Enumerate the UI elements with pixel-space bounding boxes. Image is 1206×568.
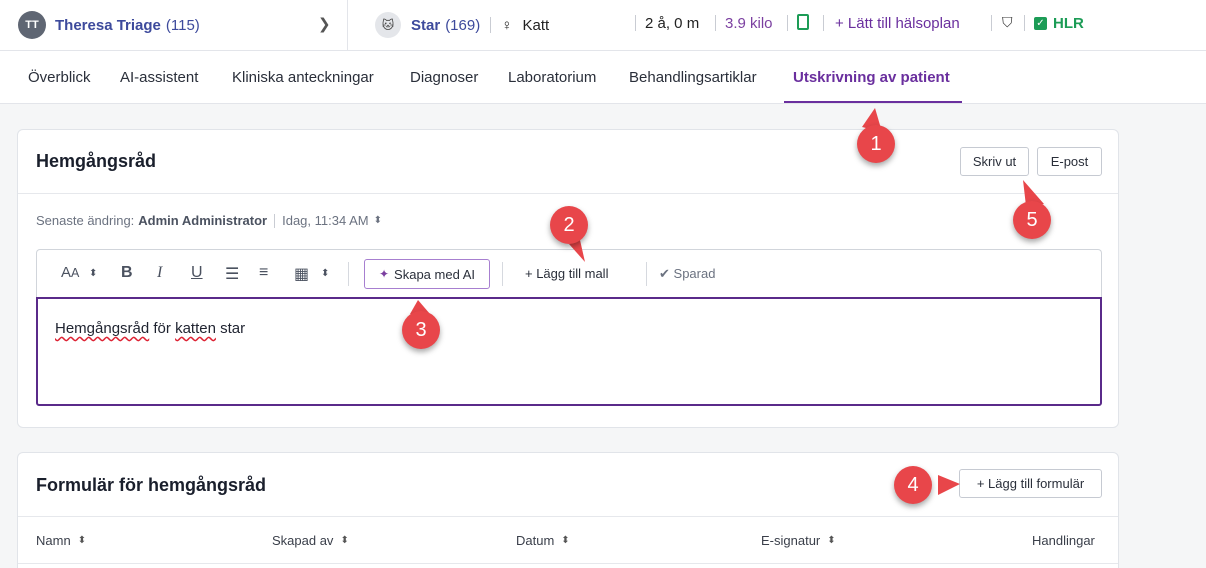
pet-age: 2 å, 0 m bbox=[645, 15, 700, 32]
column-header-actions: Handlingar bbox=[1032, 533, 1095, 548]
annotation-marker-1: 1 bbox=[857, 125, 895, 163]
font-size-icon[interactable]: AA bbox=[61, 264, 79, 281]
tab-ai-assistant[interactable]: AI-assistent bbox=[120, 69, 198, 86]
bold-icon[interactable]: B bbox=[121, 264, 133, 282]
email-button[interactable]: E-post bbox=[1037, 147, 1102, 176]
check-icon: ✓ bbox=[1034, 17, 1047, 30]
pet-count: (169) bbox=[445, 16, 481, 34]
add-form-button[interactable]: + Lägg till formulär bbox=[959, 469, 1102, 498]
annotation-marker-2: 2 bbox=[550, 206, 588, 244]
sort-icon[interactable]: ⬍ bbox=[374, 215, 382, 226]
editor-text-mid: för bbox=[149, 320, 176, 337]
divider bbox=[787, 15, 788, 31]
editor-toolbar: AA ⬍ B I U ☰ ≡ ▦ ⬍ ✦ Skapa med AI + Lägg… bbox=[36, 249, 1102, 297]
column-label: E-signatur bbox=[761, 533, 821, 548]
divider bbox=[635, 15, 636, 31]
cat-icon: 🐱︎ bbox=[375, 12, 401, 38]
create-with-ai-button[interactable]: ✦ Skapa med AI bbox=[364, 259, 490, 289]
divider bbox=[646, 262, 647, 286]
divider bbox=[1024, 15, 1025, 31]
tab-clinical-notes[interactable]: Kliniska anteckningar bbox=[232, 69, 374, 86]
divider bbox=[18, 563, 1118, 564]
tab-discharge[interactable]: Utskrivning av patient bbox=[793, 69, 950, 86]
discharge-forms-card: Formulär för hemgångsråd + Lägg till for… bbox=[17, 452, 1119, 568]
editor-text-end: star bbox=[215, 320, 246, 337]
species: Katt bbox=[522, 16, 550, 34]
microchip-icon bbox=[797, 14, 809, 30]
tab-diagnoses[interactable]: Diagnoser bbox=[410, 69, 478, 86]
sort-icon[interactable]: ⬍ bbox=[340, 535, 348, 546]
pet-name[interactable]: Star bbox=[411, 17, 440, 34]
divider bbox=[18, 193, 1118, 194]
meta-prefix: Senaste ändring: bbox=[36, 213, 135, 228]
tab-overview[interactable]: Överblick bbox=[28, 69, 91, 86]
ai-label: Skapa med AI bbox=[394, 266, 475, 282]
italic-icon[interactable]: I bbox=[157, 264, 162, 282]
divider bbox=[274, 213, 276, 228]
sort-icon[interactable]: ⬍ bbox=[827, 535, 835, 546]
tab-bar: Överblick AI-assistent Kliniska anteckni… bbox=[0, 51, 1206, 104]
shield-icon: ⛉ bbox=[1002, 14, 1013, 30]
owner-name[interactable]: Theresa Triage bbox=[55, 17, 161, 34]
chevron-updown-icon[interactable]: ⬍ bbox=[321, 268, 329, 279]
editor-text-word2: katten bbox=[175, 320, 216, 337]
divider bbox=[715, 15, 716, 31]
annotation-marker-4: 4 bbox=[894, 466, 932, 504]
underline-icon[interactable]: U bbox=[191, 264, 203, 282]
saved-status: ✔ Sparad bbox=[659, 266, 715, 282]
owner-count: (115) bbox=[165, 16, 200, 34]
chevron-right-icon[interactable]: ❯ bbox=[318, 15, 331, 33]
column-label: Namn bbox=[36, 533, 71, 548]
sparkle-icon: ✦ bbox=[378, 267, 390, 281]
column-header-date[interactable]: Datum ⬍ bbox=[516, 533, 570, 548]
discharge-advice-card: Hemgångsråd Skriv ut E-post Senaste ändr… bbox=[17, 129, 1119, 428]
print-button[interactable]: Skriv ut bbox=[960, 147, 1029, 176]
numbered-list-icon[interactable]: ≡ bbox=[259, 264, 268, 282]
tab-laboratory[interactable]: Laboratorium bbox=[508, 69, 596, 86]
card-title: Hemgångsråd bbox=[36, 151, 157, 171]
hlr-label: HLR bbox=[1053, 15, 1084, 32]
column-header-created-by[interactable]: Skapad av ⬍ bbox=[272, 533, 349, 548]
sort-icon[interactable]: ⬍ bbox=[561, 535, 569, 546]
divider bbox=[502, 262, 503, 286]
pet-weight: 3.9 kilo bbox=[725, 15, 773, 32]
divider bbox=[823, 15, 824, 31]
advice-editor[interactable]: Hemgångsråd för katten star bbox=[36, 297, 1102, 406]
meta-time[interactable]: Idag, 11:34 AM bbox=[282, 213, 369, 228]
column-label: Datum bbox=[516, 533, 555, 548]
table-icon[interactable]: ▦ bbox=[294, 264, 309, 284]
owner-avatar: TT bbox=[18, 11, 46, 39]
divider bbox=[991, 15, 992, 31]
sort-icon[interactable]: ⬍ bbox=[78, 535, 86, 546]
bullet-list-icon[interactable]: ☰ bbox=[225, 264, 239, 284]
active-tab-indicator bbox=[784, 101, 962, 103]
column-header-name[interactable]: Namn ⬍ bbox=[36, 533, 86, 548]
annotation-marker-3: 3 bbox=[402, 311, 440, 349]
add-health-plan-link[interactable]: + Lätt till hälsoplan bbox=[835, 15, 960, 32]
check-circle-icon: ✔ bbox=[659, 266, 670, 281]
column-label: Handlingar bbox=[1032, 533, 1095, 548]
divider bbox=[348, 262, 349, 286]
editor-text-word1: Hemgångsråd bbox=[55, 320, 150, 337]
column-label: Skapad av bbox=[272, 533, 334, 548]
chevron-updown-icon[interactable]: ⬍ bbox=[89, 268, 97, 279]
patient-section: 🐱︎ Star (169) ♀ Katt bbox=[375, 0, 549, 50]
last-modified: Senaste ändring: Admin Administrator Ida… bbox=[36, 213, 382, 228]
tab-treatment-items[interactable]: Behandlingsartiklar bbox=[629, 69, 757, 86]
card-title: Formulär för hemgångsråd bbox=[36, 475, 267, 495]
annotation-marker-5: 5 bbox=[1013, 201, 1051, 239]
saved-label: Sparad bbox=[673, 266, 716, 281]
meta-author: Admin Administrator bbox=[138, 213, 268, 228]
column-header-e-signature[interactable]: E-signatur ⬍ bbox=[761, 533, 836, 548]
owner-section[interactable]: TT Theresa Triage (115) ❯ bbox=[0, 0, 348, 50]
female-icon: ♀ bbox=[501, 16, 513, 34]
top-bar: TT Theresa Triage (115) ❯ 🐱︎ Star (169) … bbox=[0, 0, 1206, 51]
divider bbox=[490, 17, 492, 33]
add-template-button[interactable]: + Lägg till mall bbox=[525, 266, 608, 281]
hlr-badge: ✓ HLR bbox=[1034, 15, 1084, 32]
divider bbox=[18, 516, 1118, 517]
